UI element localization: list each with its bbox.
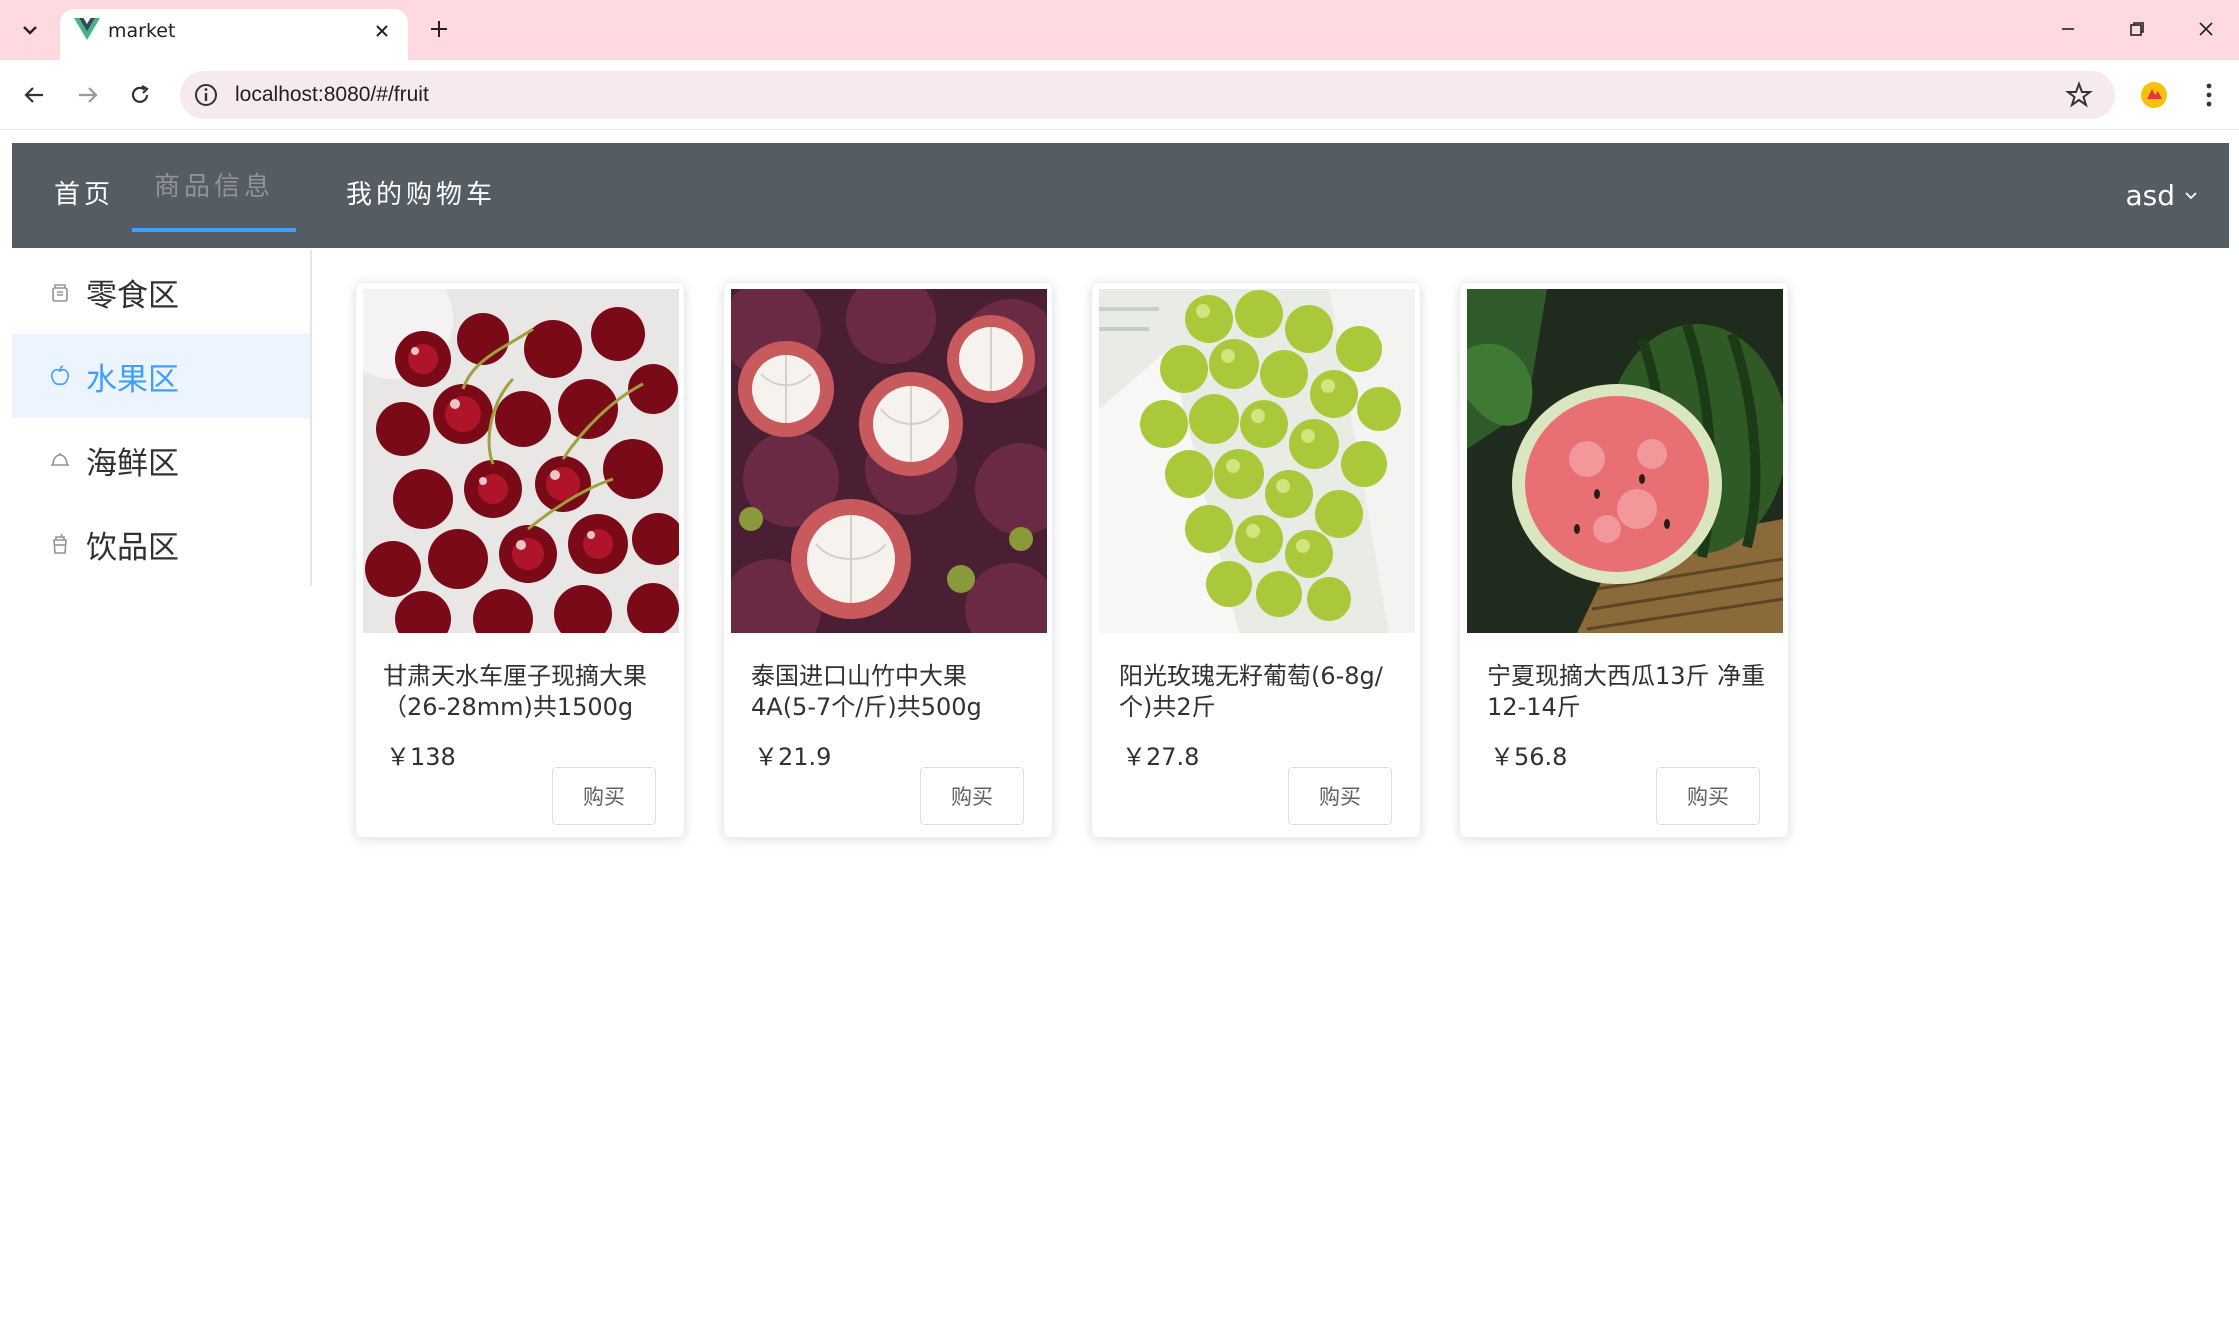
product-price: ￥21.9 [754,743,832,771]
product-card: 阳光玫瑰无籽葡萄(6-8g/个)共2斤 ￥27.8 购买 [1091,282,1421,838]
new-tab-plus-icon[interactable] [422,12,456,46]
info-icon[interactable] [192,81,220,109]
username: asd [2125,178,2175,212]
vue-logo-icon [74,18,100,40]
reload-icon[interactable] [122,77,158,113]
url-text[interactable]: localhost:8080/#/fruit [235,83,429,107]
product-card: 甘肃天水车厘子现摘大果（26-28mm)共1500g ￥138 购买 [355,282,685,838]
nav-cart[interactable]: 我的购物车 [324,143,518,248]
sidebar-item-label: 零食区 [86,277,179,314]
tab-search-chevron-down-icon[interactable] [14,14,46,46]
nav-home[interactable]: 首页 [32,143,136,248]
bookmark-star-icon[interactable] [2065,81,2093,109]
category-sidebar: 零食区 水果区 海鲜区 饮品区 [12,250,312,586]
forward-arrow-right-icon[interactable] [70,77,106,113]
product-name: 甘肃天水车厘子现摘大果（26-28mm)共1500g [383,662,647,721]
browser-tab[interactable]: market [60,9,408,60]
sidebar-item-label: 水果区 [86,361,179,398]
product-image-mangosteen[interactable] [731,289,1047,633]
snack-icon [52,284,68,302]
browser-toolbar: localhost:8080/#/fruit [0,60,2239,130]
restore-icon[interactable] [2113,10,2161,48]
buy-button[interactable]: 购买 [552,767,656,825]
nav-products[interactable]: 商品信息 [132,143,297,232]
user-dropdown[interactable]: asd [2125,173,2199,217]
sidebar-item-seafood[interactable]: 海鲜区 [12,418,310,502]
address-bar[interactable]: localhost:8080/#/fruit [180,71,2115,119]
product-name: 阳光玫瑰无籽葡萄(6-8g/个)共2斤 [1119,662,1383,721]
product-price: ￥138 [386,743,456,771]
product-card: 宁夏现摘大西瓜13斤 净重12-14斤 ￥56.8 购买 [1459,282,1789,838]
minimize-icon[interactable] [2044,10,2092,48]
product-image-cherries[interactable] [363,289,679,633]
buy-button[interactable]: 购买 [920,767,1024,825]
sidebar-item-snacks[interactable]: 零食区 [12,250,310,334]
product-card: 泰国进口山竹中大果4A(5-7个/斤)共500g ￥21.9 购买 [723,282,1053,838]
product-name: 宁夏现摘大西瓜13斤 净重12-14斤 [1487,662,1766,721]
product-image-green-grapes[interactable] [1099,289,1415,633]
buy-button[interactable]: 购买 [1656,767,1760,825]
dish-cover-icon [51,453,69,466]
extension-icon[interactable] [2138,79,2170,111]
apple-icon [51,365,69,386]
sidebar-item-fruit[interactable]: 水果区 [12,334,310,418]
window-close-icon[interactable] [2182,10,2230,48]
buy-button[interactable]: 购买 [1288,767,1392,825]
browser-tabstrip: market [0,0,2239,60]
cup-icon [53,533,67,554]
kebab-menu-icon[interactable] [2193,77,2225,113]
product-image-watermelon[interactable] [1467,289,1783,633]
chevron-down-icon [2185,192,2197,200]
sidebar-item-label: 海鲜区 [86,445,179,482]
sidebar-item-label: 饮品区 [86,529,179,566]
product-price: ￥56.8 [1490,743,1568,771]
sidebar-item-drinks[interactable]: 饮品区 [12,502,310,586]
product-name: 泰国进口山竹中大果4A(5-7个/斤)共500g [751,662,982,721]
close-icon[interactable] [368,17,396,45]
tab-title: market [108,20,176,42]
back-arrow-left-icon[interactable] [16,77,52,113]
app-header: 首页 商品信息 我的购物车 asd [12,143,2229,248]
product-price: ￥27.8 [1122,743,1200,771]
